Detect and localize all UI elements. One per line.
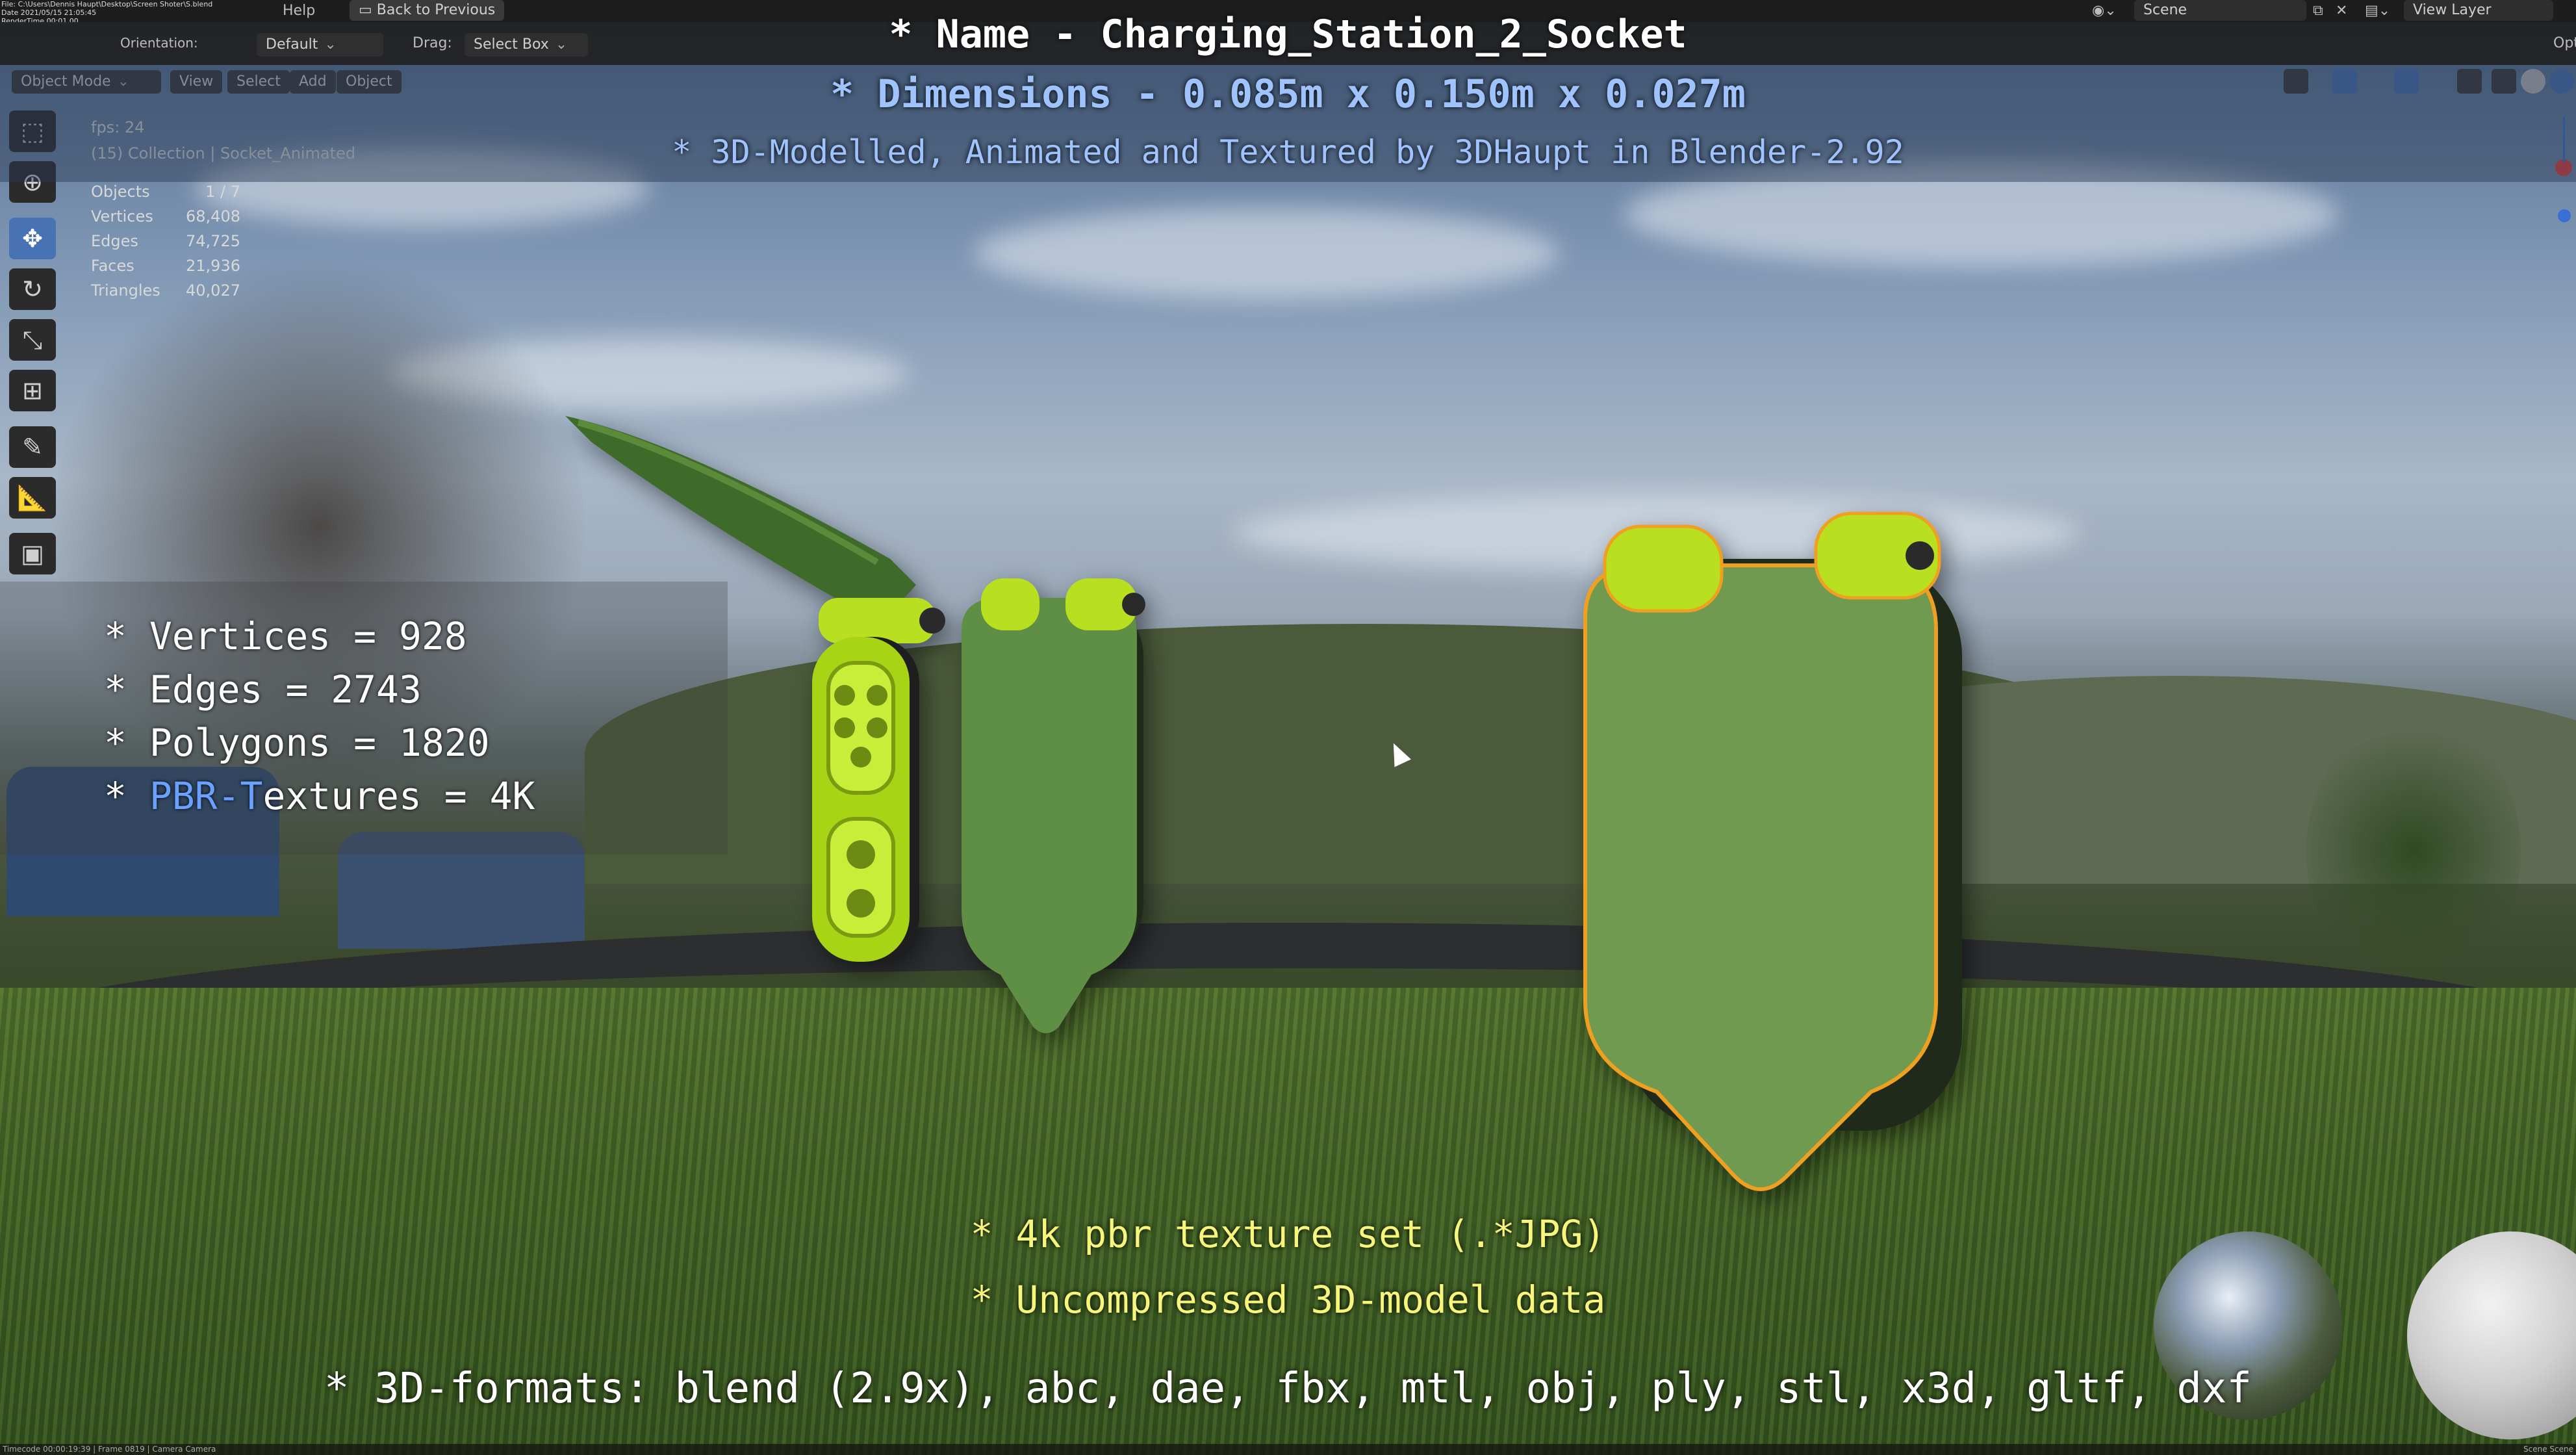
cloud [975, 208, 1559, 299]
stat-row: Edges 74,725 [91, 232, 240, 250]
texture-set-note: * 4k pbr texture set (.*JPG) [970, 1212, 1606, 1256]
edges-count: * Edges = 2743 [104, 667, 422, 712]
move-tool-icon[interactable]: ✥ [9, 218, 56, 259]
socket-closed-model[interactable] [949, 572, 1169, 1040]
model-name-title: * Name - Charging_Station_2_Socket [889, 12, 1687, 57]
stat-row: Objects 1 / 7 [91, 183, 240, 201]
axis-z-icon[interactable] [2558, 209, 2571, 222]
uncompressed-note: * Uncompressed 3D-model data [970, 1278, 1606, 1322]
rotate-tool-icon[interactable]: ↻ [9, 268, 56, 310]
scale-tool-icon[interactable]: ⤡ [9, 319, 56, 361]
pbr-textures-count: * PBR-Textures = 4K [104, 774, 535, 818]
stat-row: Faces 21,936 [91, 257, 240, 275]
annotate-tool-icon[interactable]: ✎ [9, 426, 56, 468]
socket-selected-model[interactable] [1572, 494, 1975, 1222]
model-dimensions: * Dimensions - 0.085m x 0.150m x 0.027m [830, 71, 1746, 117]
add-cube-tool-icon[interactable]: ▣ [9, 533, 56, 574]
status-right: Scene Scene [2523, 1445, 2573, 1454]
stat-row: Triangles 40,027 [91, 281, 240, 300]
mesh-counts-panel: * Vertices = 928 * Edges = 2743 * Polygo… [0, 582, 728, 855]
hinge [819, 598, 936, 643]
measure-tool-icon[interactable]: 📐 [9, 477, 56, 519]
pine-tree [2306, 715, 2521, 988]
polygons-count: * Polygons = 1820 [104, 721, 490, 765]
status-bar: Timecode 00:00:19:39 | Frame 0819 | Came… [0, 1444, 2576, 1455]
scene-statistics: Objects 1 / 7 Vertices 68,408 Edges 74,725 … [91, 179, 240, 303]
socket-cover [962, 598, 1137, 1033]
model-credit: * 3D-Modelled, Animated and Textured by … [672, 133, 1904, 171]
status-left: Timecode 00:00:19:39 | Frame 0819 | Came… [3, 1445, 216, 1454]
formats-list: * 3D-formats: blend (2.9x), abc, dae, fb… [324, 1365, 2252, 1413]
transform-tool-icon[interactable]: ⊞ [9, 370, 56, 411]
vertices-count: * Vertices = 928 [104, 614, 467, 658]
stat-row: Vertices 68,408 [91, 207, 240, 225]
